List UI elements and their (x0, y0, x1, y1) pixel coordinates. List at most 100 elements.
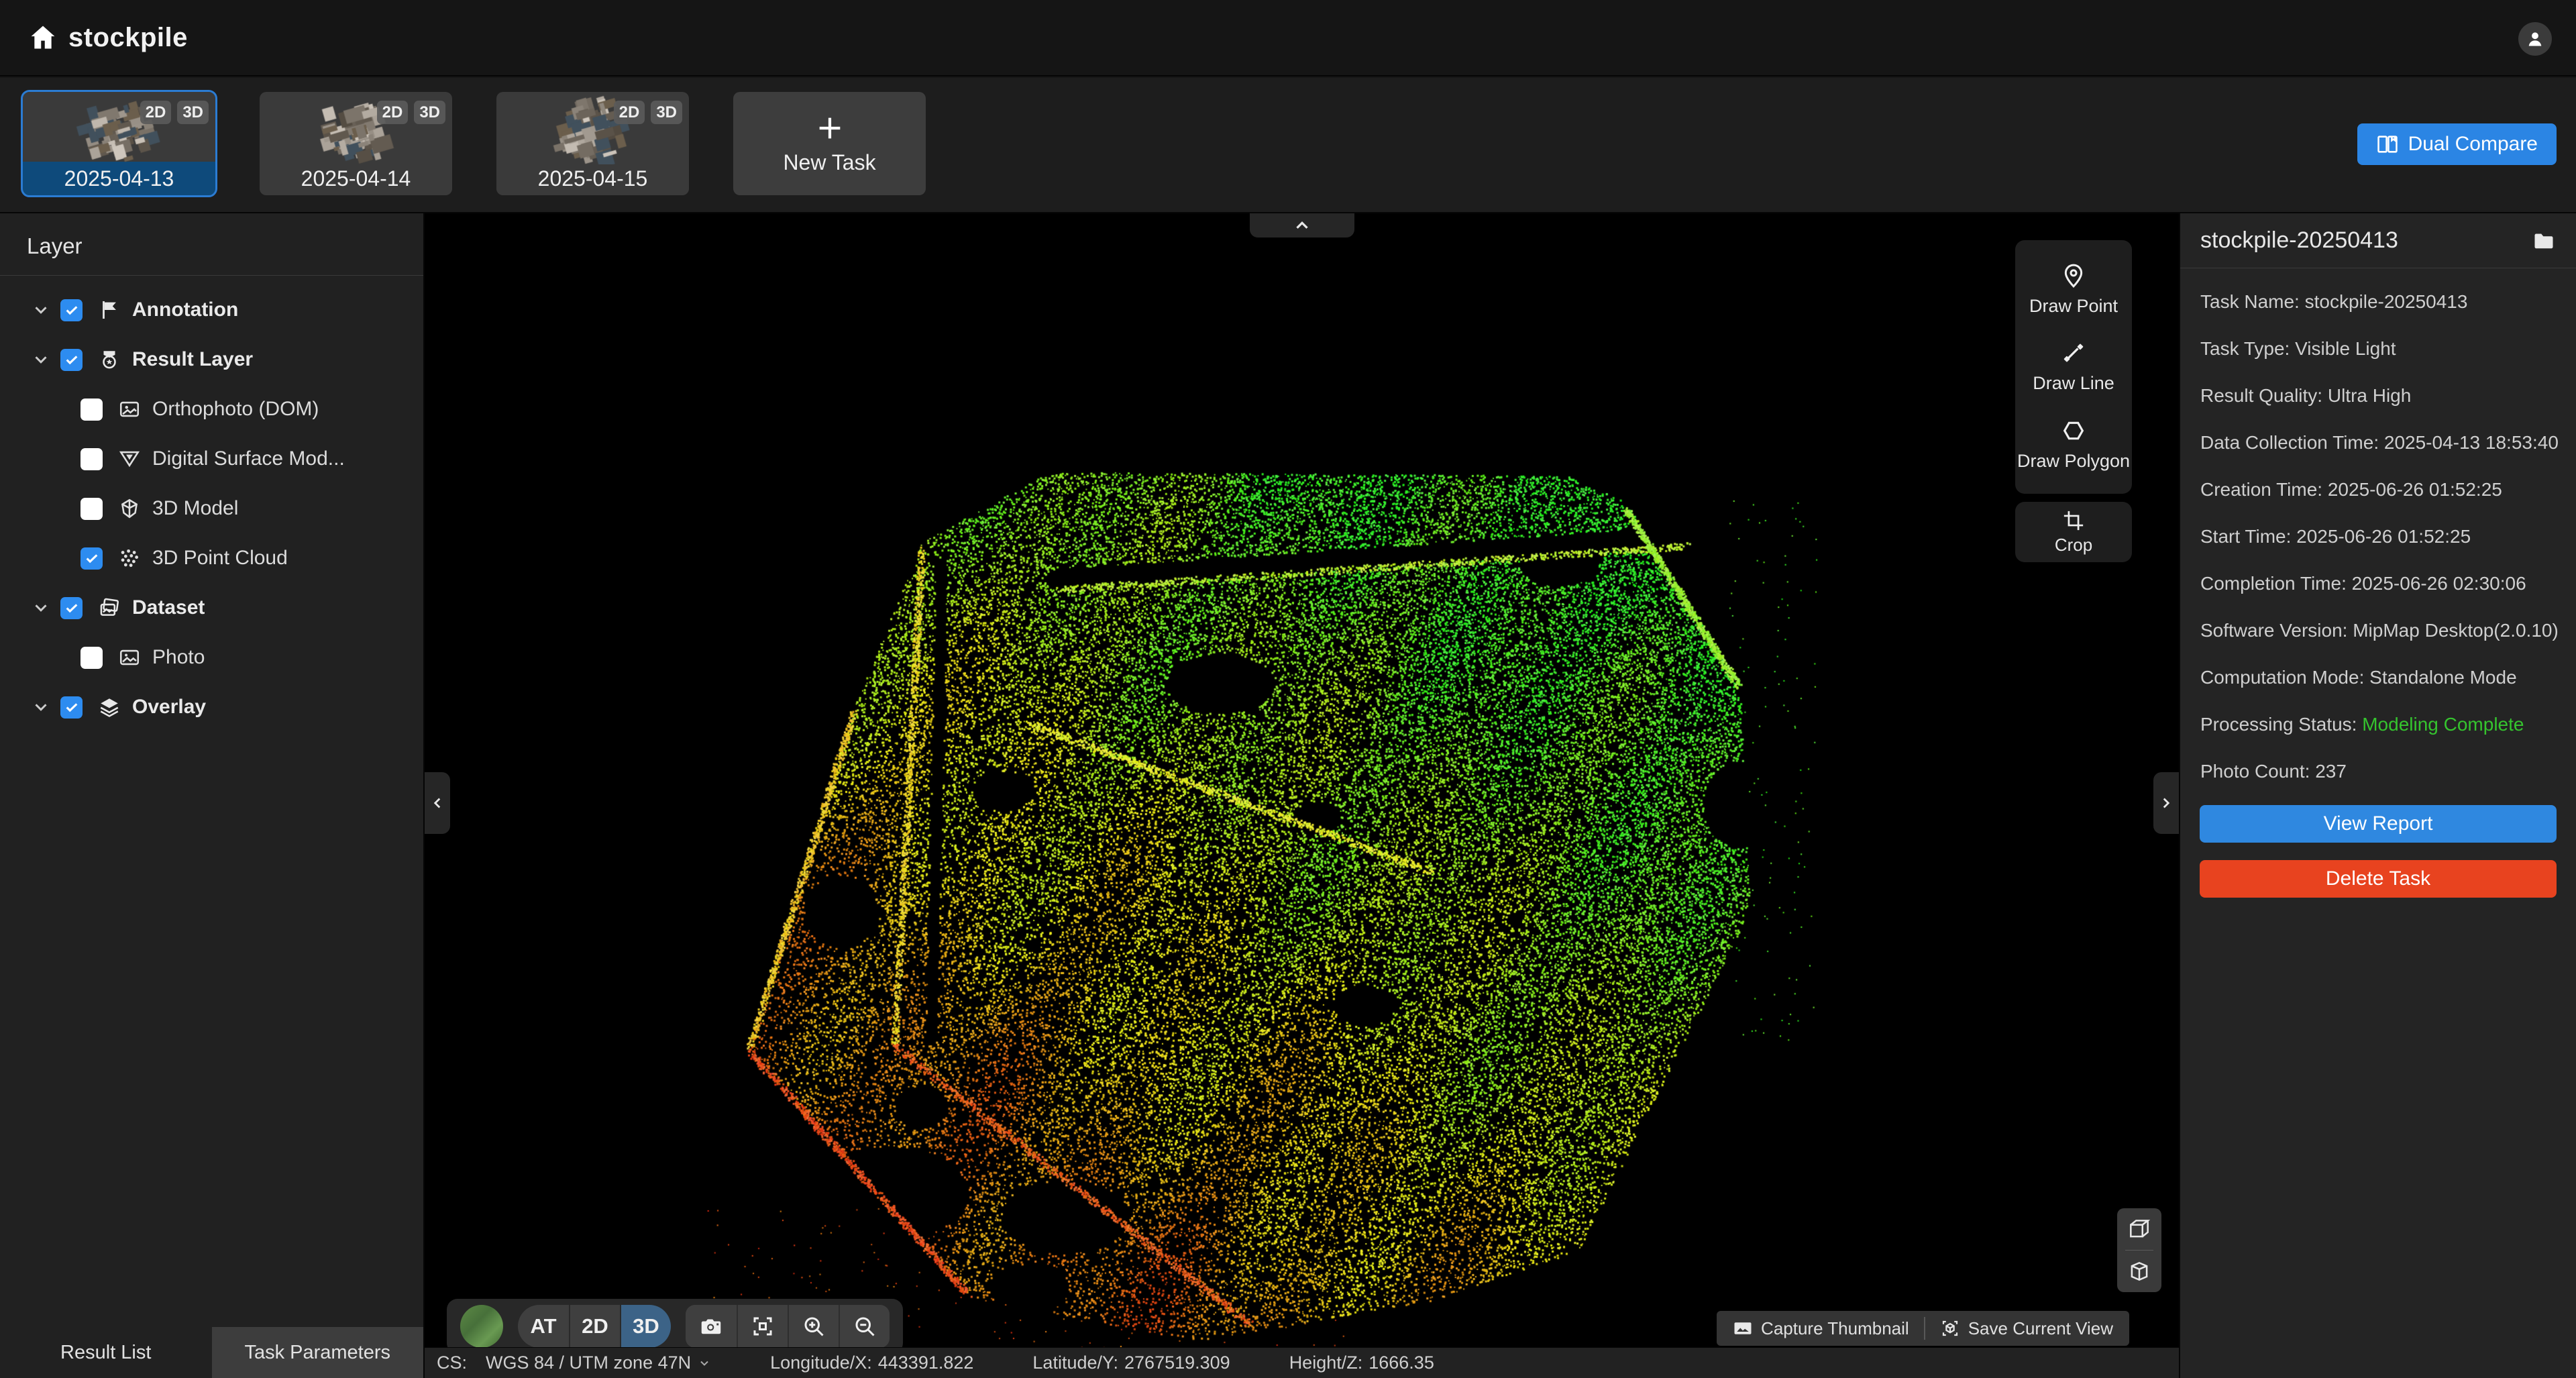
minimap-thumbnail[interactable] (460, 1305, 503, 1348)
layer-row-orthophoto[interactable]: Orthophoto (DOM) (0, 384, 423, 434)
collapse-taskbar-handle[interactable] (1250, 213, 1354, 237)
layer-label: Overlay (132, 696, 206, 719)
layer-row-annotation[interactable]: Annotation (0, 285, 423, 335)
draw-polygon-label: Draw Polygon (2017, 451, 2130, 472)
capture-thumbnail-button[interactable]: Capture Thumbnail (1733, 1318, 1909, 1339)
layer-label: Dataset (132, 596, 205, 619)
layer-row-dsm[interactable]: Digital Surface Mod... (0, 434, 423, 484)
field-result-quality: Result Quality: Ultra High (2200, 382, 2566, 409)
fit-view-button[interactable] (737, 1305, 788, 1348)
layers-icon (98, 696, 121, 719)
field-photo-count: Photo Count: 237 (2200, 758, 2566, 784)
save-view-icon (1940, 1318, 1960, 1338)
task-card-list: 2D 3D 2025-04-13 2D 3D 2025-04-14 (23, 92, 926, 195)
layer-row-3d-point-cloud[interactable]: 3D Point Cloud (0, 533, 423, 583)
user-icon (2526, 30, 2544, 48)
cs-selector[interactable]: WGS 84 / UTM zone 47N (486, 1353, 711, 1373)
layer-row-result-layer[interactable]: Result Layer (0, 335, 423, 384)
layer-row-dataset[interactable]: Dataset (0, 583, 423, 633)
view-mode-2d[interactable]: 2D (569, 1305, 620, 1348)
checkbox-annotation[interactable] (60, 299, 83, 321)
badge-2d[interactable]: 2D (614, 101, 645, 124)
badge-medal-icon (98, 348, 121, 371)
capture-thumbnail-icon (1733, 1318, 1753, 1338)
chevron-down-icon[interactable] (31, 350, 51, 370)
draw-line-button[interactable]: Draw Line (2015, 339, 2132, 394)
header: stockpile (0, 0, 2576, 76)
chevron-down-icon[interactable] (31, 598, 51, 618)
checkbox-dsm[interactable] (80, 448, 103, 470)
checkbox-3d-model[interactable] (80, 498, 103, 520)
dual-compare-button[interactable]: Dual Compare (2357, 123, 2557, 165)
user-avatar[interactable] (2518, 22, 2552, 56)
view-cube-top-button[interactable] (2117, 1208, 2161, 1250)
field-task-name: Task Name: stockpile-20250413 (2200, 288, 2566, 315)
task-card-2025-04-14[interactable]: 2D 3D 2025-04-14 (260, 92, 452, 195)
view-cube-side-button[interactable] (2117, 1251, 2161, 1292)
view-report-button[interactable]: View Report (2200, 805, 2557, 843)
checkbox-photo[interactable] (80, 647, 103, 669)
chevron-down-icon[interactable] (31, 300, 51, 320)
task-thumbnail: 2D 3D (23, 92, 215, 162)
save-current-view-button[interactable]: Save Current View (1940, 1318, 2113, 1339)
bottom-tabs: Result List Task Parameters (0, 1327, 423, 1378)
zoom-in-button[interactable] (788, 1305, 839, 1348)
draw-point-button[interactable]: Draw Point (2015, 262, 2132, 317)
page-title: stockpile (68, 23, 188, 53)
badge-3d[interactable]: 3D (177, 101, 209, 124)
new-task-button[interactable]: New Task (733, 92, 926, 195)
chevron-down-icon[interactable] (31, 697, 51, 717)
dual-compare-icon (2376, 133, 2399, 156)
latitude-readout: Latitude/Y:2767519.309 (1032, 1353, 1230, 1373)
divider (1924, 1317, 1925, 1340)
3d-model-icon (118, 497, 141, 520)
chevron-up-icon (1292, 215, 1312, 235)
crop-icon (2062, 509, 2085, 532)
task-date: 2025-04-13 (23, 162, 215, 195)
view-mode-at[interactable]: AT (518, 1305, 569, 1348)
tab-result-list[interactable]: Result List (0, 1327, 212, 1378)
field-creation-time: Creation Time: 2025-06-26 01:52:25 (2200, 476, 2566, 502)
view-mode-3d[interactable]: 3D (620, 1305, 671, 1348)
layer-row-photo[interactable]: Photo (0, 633, 423, 682)
task-card-2025-04-15[interactable]: 2D 3D 2025-04-15 (496, 92, 689, 195)
delete-task-button[interactable]: Delete Task (2200, 860, 2557, 898)
view-cube-panel (2117, 1208, 2161, 1292)
checkbox-overlay[interactable] (60, 696, 83, 719)
layer-row-overlay[interactable]: Overlay (0, 682, 423, 732)
draw-point-label: Draw Point (2029, 296, 2118, 317)
collapse-right-panel-handle[interactable] (2153, 772, 2179, 834)
chevron-right-icon (2157, 794, 2175, 812)
badge-3d[interactable]: 3D (651, 101, 682, 124)
screenshot-button[interactable] (686, 1305, 737, 1348)
task-card-2025-04-13[interactable]: 2D 3D 2025-04-13 (23, 92, 215, 195)
draw-polygon-button[interactable]: Draw Polygon (2015, 417, 2132, 472)
save-current-view-label: Save Current View (1968, 1318, 2113, 1339)
zoom-out-button[interactable] (839, 1305, 890, 1348)
home-button[interactable] (27, 21, 59, 54)
badge-3d[interactable]: 3D (414, 101, 445, 124)
draw-point-icon (2060, 262, 2087, 289)
crop-button[interactable]: Crop (2055, 509, 2092, 555)
collapse-left-panel-handle[interactable] (425, 772, 450, 834)
badge-2d[interactable]: 2D (140, 101, 172, 124)
checkbox-orthophoto[interactable] (80, 399, 103, 421)
view-mode-switch: AT 2D 3D (518, 1305, 671, 1348)
layer-label: 3D Point Cloud (152, 547, 288, 570)
layer-row-3d-model[interactable]: 3D Model (0, 484, 423, 533)
checkbox-dataset[interactable] (60, 597, 83, 619)
badge-2d[interactable]: 2D (377, 101, 409, 124)
layer-label: Result Layer (132, 348, 253, 371)
field-data-collection-time: Data Collection Time: 2025-04-13 18:53:4… (2200, 429, 2566, 456)
checkbox-3d-point-cloud[interactable] (80, 547, 103, 570)
main-area: Layer Annotation (0, 213, 2576, 1378)
tab-task-parameters[interactable]: Task Parameters (212, 1327, 424, 1378)
task-bar: 2D 3D 2025-04-13 2D 3D 2025-04-14 (0, 78, 2576, 213)
dataset-photos-icon (98, 596, 121, 619)
draw-polygon-icon (2060, 417, 2087, 444)
checkbox-result-layer[interactable] (60, 349, 83, 371)
folder-icon[interactable] (2532, 229, 2556, 253)
layer-label: Orthophoto (DOM) (152, 398, 319, 421)
crop-label: Crop (2055, 535, 2092, 555)
point-cloud-canvas[interactable] (425, 213, 2176, 1347)
